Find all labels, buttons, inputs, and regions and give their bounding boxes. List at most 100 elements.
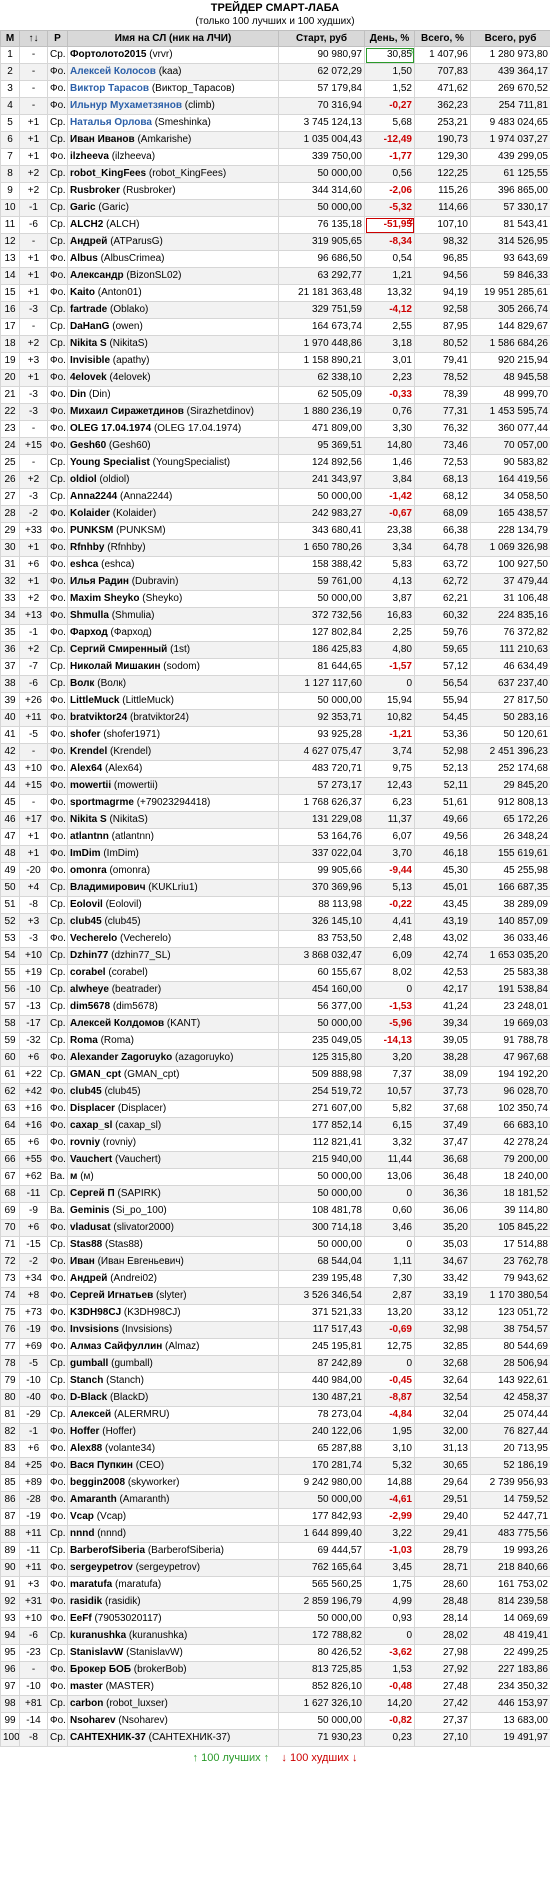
trader-name-link[interactable]: Displacer: [70, 1103, 115, 1114]
trader-name-link[interactable]: Eolovil: [70, 899, 103, 910]
trader-name-link[interactable]: dim5678: [70, 1001, 110, 1012]
trader-name-link[interactable]: м: [70, 1171, 77, 1182]
trader-name-link[interactable]: Invisible: [70, 355, 110, 366]
trader-name-link[interactable]: ilzheeva: [70, 151, 109, 162]
trader-name-link[interactable]: Фарход: [70, 627, 108, 638]
trader-name-link[interactable]: Young Specialist: [70, 457, 150, 468]
trader-name-link[interactable]: Albus: [70, 253, 98, 264]
trader-name-link[interactable]: Сергий Смиренный: [70, 644, 167, 655]
trader-name-link[interactable]: BarberofSiberia: [70, 1545, 145, 1556]
trader-name-link[interactable]: Hoffer: [70, 1426, 99, 1437]
trader-name-link[interactable]: Nsoharev: [70, 1715, 116, 1726]
trader-name-link[interactable]: Илья Радин: [70, 576, 129, 587]
trader-name-link[interactable]: Брокер БОБ: [70, 1664, 131, 1675]
trader-name-link[interactable]: Александр: [70, 270, 124, 281]
trader-name-link[interactable]: Алексей Колосов: [70, 66, 156, 77]
trader-name-link[interactable]: Gesh60: [70, 440, 106, 451]
trader-name-link[interactable]: Alex64: [70, 763, 102, 774]
trader-name-link[interactable]: Garic: [70, 202, 96, 213]
trader-name-link[interactable]: сахар_sl: [70, 1120, 112, 1131]
trader-name-link[interactable]: Kaito: [70, 287, 95, 298]
trader-name-link[interactable]: Vauchert: [70, 1154, 112, 1165]
trader-name-link[interactable]: Сергей Игнатьев: [70, 1290, 153, 1301]
trader-name-link[interactable]: club45: [70, 1086, 102, 1097]
trader-name-link[interactable]: САНТЕХНИК-37: [70, 1732, 146, 1743]
trader-name-link[interactable]: Наталья Орлова: [70, 117, 152, 128]
trader-name-link[interactable]: eshca: [70, 559, 98, 570]
trader-name-link[interactable]: Maxim Sheyko: [70, 593, 139, 604]
trader-name-link[interactable]: ImDim: [70, 848, 101, 859]
trader-name-link[interactable]: Alexander Zagoruyko: [70, 1052, 172, 1063]
trader-name-link[interactable]: DaHanG: [70, 321, 109, 332]
trader-name-link[interactable]: D-Black: [70, 1392, 107, 1403]
trader-name-link[interactable]: master: [70, 1681, 103, 1692]
trader-name-link[interactable]: Stas88: [70, 1239, 102, 1250]
trader-name-link[interactable]: Din: [70, 389, 86, 400]
trader-name-link[interactable]: vladusat: [70, 1222, 111, 1233]
trader-name-link[interactable]: Vecherelo: [70, 933, 117, 944]
trader-name-link[interactable]: Алексей: [70, 1409, 111, 1420]
trader-name-link[interactable]: Андрей: [70, 236, 107, 247]
trader-name-link[interactable]: maratufa: [70, 1579, 112, 1590]
trader-name-link[interactable]: Виктор Тарасов: [70, 83, 149, 94]
footer-bottom100-link[interactable]: ↓ 100 худших ↓: [281, 1752, 357, 1764]
trader-name-link[interactable]: Фортолото2015: [70, 49, 146, 60]
trader-name-link[interactable]: rasidik: [70, 1596, 102, 1607]
trader-name-link[interactable]: ALCH2: [70, 219, 103, 230]
trader-name-link[interactable]: atlantnn: [70, 831, 109, 842]
trader-name-link[interactable]: Roma: [70, 1035, 98, 1046]
trader-name-link[interactable]: kuranushka: [70, 1630, 126, 1641]
trader-name-link[interactable]: Сергей П: [70, 1188, 115, 1199]
trader-name-link[interactable]: Amaranth: [70, 1494, 117, 1505]
trader-name-link[interactable]: Geminis: [70, 1205, 109, 1216]
trader-name-link[interactable]: Nikita S: [70, 338, 107, 349]
trader-name-link[interactable]: Вася Пупкин: [70, 1460, 133, 1471]
trader-name-link[interactable]: Алексей Колдомов: [70, 1018, 164, 1029]
trader-name-link[interactable]: Alex88: [70, 1443, 102, 1454]
trader-name-link[interactable]: beggin2008: [70, 1477, 125, 1488]
trader-name-link[interactable]: Krendel: [70, 746, 107, 757]
trader-name-link[interactable]: robot_KingFees: [70, 168, 146, 179]
trader-name-link[interactable]: sergeypetrov: [70, 1562, 133, 1573]
trader-name-link[interactable]: Ильнур Мухаметзянов: [70, 100, 182, 111]
trader-name-link[interactable]: shofer: [70, 729, 101, 740]
footer-top100-link[interactable]: ↑ 100 лучших ↑: [193, 1752, 270, 1764]
trader-name-link[interactable]: Dzhin77: [70, 950, 108, 961]
trader-name-link[interactable]: Anna2244: [70, 491, 117, 502]
trader-name-link[interactable]: OLEG 17.04.1974: [70, 423, 151, 434]
trader-name-link[interactable]: Vcap: [70, 1511, 94, 1522]
trader-name-link[interactable]: Rusbroker: [70, 185, 120, 196]
trader-name-link[interactable]: corabel: [70, 967, 106, 978]
trader-name-link[interactable]: Михаил Сиражетдинов: [70, 406, 184, 417]
trader-name-link[interactable]: StanislavW: [70, 1647, 123, 1658]
trader-name-link[interactable]: Николай Мишакин: [70, 661, 161, 672]
trader-name-link[interactable]: rovniy: [70, 1137, 100, 1148]
trader-name-link[interactable]: sportmagrme: [70, 797, 134, 808]
trader-name-link[interactable]: Иван: [70, 1256, 95, 1267]
trader-name-link[interactable]: fartrade: [70, 304, 107, 315]
trader-name-link[interactable]: 4elovek: [70, 372, 107, 383]
trader-name-link[interactable]: mowertii: [70, 780, 111, 791]
trader-name-link[interactable]: Андрей: [70, 1273, 107, 1284]
trader-name-link[interactable]: alwheye: [70, 984, 109, 995]
trader-name-link[interactable]: Kolaider: [70, 508, 110, 519]
trader-name-link[interactable]: Rfnhby: [70, 542, 104, 553]
trader-name-link[interactable]: EeFf: [70, 1613, 92, 1624]
trader-name-link[interactable]: omonra: [70, 865, 107, 876]
trader-name-link[interactable]: Владимирович: [70, 882, 146, 893]
trader-name-link[interactable]: LittleMuck: [70, 695, 119, 706]
trader-name-link[interactable]: carbon: [70, 1698, 103, 1709]
trader-name-link[interactable]: club45: [70, 916, 102, 927]
trader-name-link[interactable]: nnnd: [70, 1528, 94, 1539]
trader-name-link[interactable]: Иван Иванов: [70, 134, 135, 145]
trader-name-link[interactable]: K3DH98CJ: [70, 1307, 121, 1318]
trader-name-link[interactable]: bratviktor24: [70, 712, 127, 723]
trader-name-link[interactable]: oldiol: [70, 474, 97, 485]
trader-name-link[interactable]: gumball: [70, 1358, 108, 1369]
trader-name-link[interactable]: GMAN_cpt: [70, 1069, 121, 1080]
trader-name-link[interactable]: Алмаз Сайфуллин: [70, 1341, 162, 1352]
trader-name-link[interactable]: Shmulla: [70, 610, 109, 621]
trader-name-link[interactable]: Волк: [70, 678, 94, 689]
trader-name-link[interactable]: Stanch: [70, 1375, 103, 1386]
trader-name-link[interactable]: PUNKSM: [70, 525, 113, 536]
